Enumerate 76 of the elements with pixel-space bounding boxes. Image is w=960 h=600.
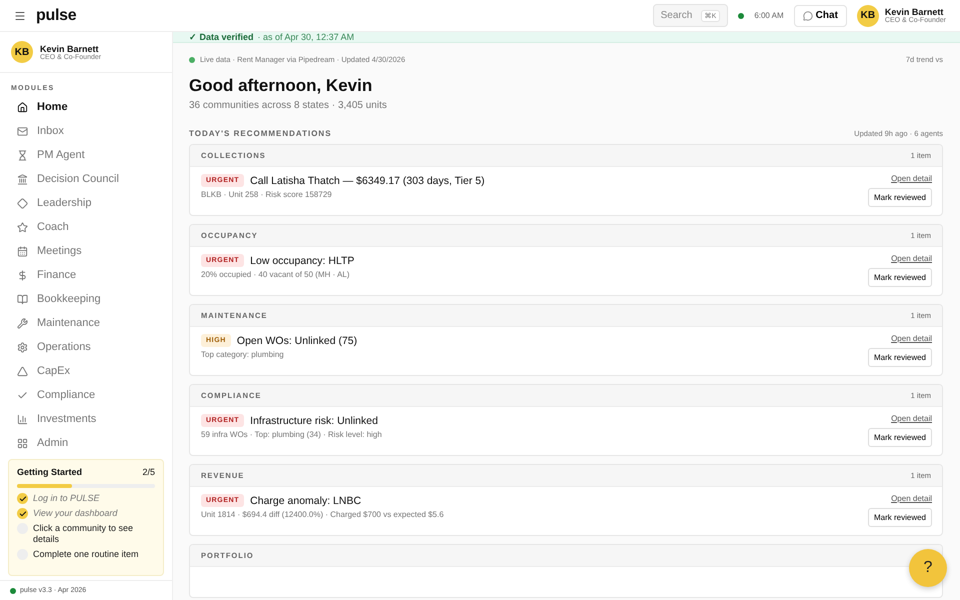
recommendation-details: 20% occupied · 40 vacant of 50 (MH · AL) [201, 270, 351, 279]
sidebar-item[interactable]: Compliance [0, 383, 172, 407]
sidebar-item[interactable]: Leadership [0, 191, 172, 215]
step-checkbox[interactable] [17, 493, 28, 504]
recommendation-title: Charge anomaly: LNBC [250, 494, 362, 506]
book-icon [17, 294, 28, 304]
open-detail-link[interactable]: Open detail [891, 334, 932, 343]
sidebar-item[interactable]: Finance [0, 263, 172, 287]
diamond-icon [17, 198, 28, 208]
banner-label: ✓ Data verified [189, 32, 254, 42]
section-heading: TODAY'S RECOMMENDATIONS [189, 129, 332, 138]
mark-reviewed-button[interactable]: Mark reviewed [868, 348, 932, 367]
status-dot [10, 588, 16, 594]
envelope-icon [17, 126, 28, 136]
status-dot [738, 12, 744, 18]
mark-reviewed-button[interactable]: Mark reviewed [868, 188, 932, 207]
recommendation-details: 59 infra WOs · Top: plumbing (34) · Risk level: high [201, 430, 382, 439]
avatar: KB [856, 4, 879, 26]
mark-reviewed-button[interactable]: Mark reviewed [868, 508, 932, 527]
open-detail-link[interactable]: Open detail [891, 254, 932, 263]
sidebar-item[interactable]: Maintenance [0, 311, 172, 335]
mark-reviewed-button[interactable]: Mark reviewed [868, 268, 932, 287]
sidebar-item[interactable]: Inbox [0, 119, 172, 143]
home-icon [17, 102, 28, 112]
building-icon [17, 174, 28, 184]
recommendation-details: Unit 1814 · $694.4 diff (12400.0%) · Charged $700 vs expected $5.6 [201, 510, 444, 519]
sidebar-item[interactable]: Coach [0, 215, 172, 239]
sidebar-item[interactable]: Decision Council [0, 167, 172, 191]
user-name: Kevin Barnett [40, 44, 99, 54]
speech-bubble-icon [802, 10, 813, 20]
sidebar-item[interactable]: Bookkeeping [0, 287, 172, 311]
sidebar-item[interactable]: Meetings [0, 239, 172, 263]
card-title: Getting Started [17, 467, 82, 477]
user-name: Kevin Barnett [884, 7, 944, 17]
hourglass-icon [17, 150, 28, 160]
sidebar-item[interactable]: Investments [0, 407, 172, 431]
recommendation-details: Top category: plumbing [201, 350, 285, 359]
check-icon [17, 390, 28, 400]
chat-button[interactable]: Chat [794, 4, 847, 26]
step-label: View your dashboard [33, 508, 118, 519]
sidebar-item[interactable]: Operations [0, 335, 172, 359]
open-detail-link[interactable]: Open detail [891, 174, 932, 183]
brand-logo: pulse [36, 6, 76, 24]
sidebar-item[interactable]: Home [0, 95, 172, 119]
bar-chart-icon [17, 414, 28, 424]
recommendation-title: Call Latisha Thatch — $6349.17 (303 days, Tier 5) [250, 174, 485, 186]
avatar: KB [11, 41, 33, 63]
gear-icon [17, 342, 28, 352]
mark-reviewed-button[interactable]: Mark reviewed [868, 428, 932, 447]
grid-icon [17, 438, 28, 448]
wrench-icon [17, 318, 28, 328]
step-label: Complete one routine item [33, 549, 139, 560]
recommendation-title: Infrastructure risk: Unlinked [250, 414, 378, 426]
summary-text: 36 communities across 8 states · 3,405 units [189, 100, 388, 111]
recommendation-title: Open WOs: Unlinked (75) [236, 334, 358, 346]
search-input[interactable]: Search [660, 10, 695, 21]
banner-detail: · as of Apr 30, 12:37 AM [258, 32, 354, 42]
progress-count: 2/5 [142, 467, 155, 477]
star-icon [17, 222, 28, 232]
open-detail-link[interactable]: Open detail [891, 414, 932, 423]
step-checkbox[interactable] [17, 508, 28, 519]
step-label: Click a community to see details [33, 523, 134, 545]
clock-time: 6:00 AM [754, 11, 784, 20]
step-label: Log in to PULSE [33, 493, 100, 504]
calendar-icon [17, 246, 28, 256]
greeting-heading: Good afternoon, Kevin [189, 76, 374, 96]
dollar-icon [17, 270, 28, 280]
recommendation-title: Low occupancy: HLTP [250, 254, 354, 266]
status-dot [189, 56, 195, 62]
sidebar-item[interactable]: Admin [0, 431, 172, 455]
recommendation-details: BLKB · Unit 258 · Risk score 158729 [201, 190, 333, 199]
open-detail-link[interactable]: Open detail [891, 494, 932, 503]
menu-icon[interactable] [14, 10, 26, 22]
sidebar-item[interactable]: PM Agent [0, 143, 172, 167]
triangle-icon [17, 366, 28, 376]
sidebar-item[interactable]: CapEx [0, 359, 172, 383]
